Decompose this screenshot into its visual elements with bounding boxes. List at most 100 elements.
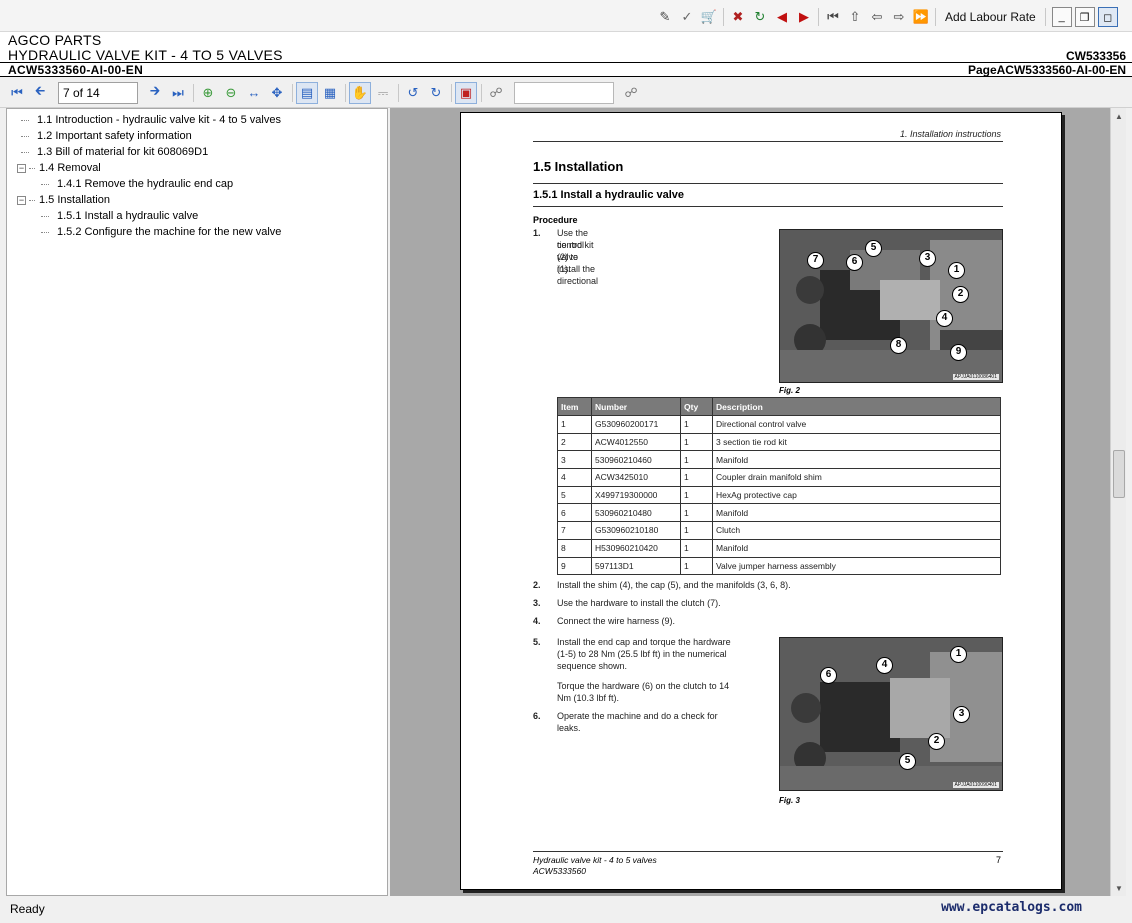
document-viewer[interactable]: 1. Installation instructions 1.5 Install… [390, 108, 1126, 896]
callout-8: 8 [890, 337, 907, 354]
minimize-icon[interactable]: _ [1051, 7, 1072, 27]
cell-item: 3 [557, 450, 592, 470]
collapse-icon[interactable]: − [17, 195, 26, 205]
checkmark-icon[interactable]: ✓ [676, 6, 698, 28]
step-text: Install the shim (4), the cap (5), and t… [557, 580, 791, 590]
previous-page-icon[interactable]: 🡰 [29, 82, 51, 104]
header-divider [0, 76, 1132, 77]
next-page-icon[interactable]: 🡲 [144, 82, 166, 104]
arrow-left-red-icon[interactable]: ◀ [771, 6, 793, 28]
fit-page-icon[interactable]: ✥ [266, 82, 288, 104]
last-page-icon[interactable]: ⏭ [167, 82, 189, 104]
search-input[interactable] [514, 81, 614, 104]
page-number-input[interactable] [58, 81, 138, 104]
vertical-scrollbar[interactable]: ▲ ▼ [1110, 108, 1126, 896]
rotate-left-icon[interactable]: ↺ [402, 82, 424, 104]
step-number: 6. [533, 711, 541, 721]
fit-width-icon[interactable]: ↔ [243, 82, 265, 104]
step-text: Install the end cap and torque the hardw… [557, 637, 731, 647]
top-toolbar: ✎ ✓ 🛒 ✖ ↻ ◀ ▶ ⏮ ⇧ ⇦ ⇨ ⏩ Add Labour Rate … [0, 0, 1132, 32]
toolbar-separator [935, 8, 936, 26]
step-3: 3. Use the hardware to install the clutc… [533, 597, 1003, 609]
step-number: 4. [533, 616, 541, 626]
forward-icon[interactable]: ⇨ [888, 6, 910, 28]
maximize-icon[interactable]: ◻ [1097, 7, 1118, 27]
toolbar-separator [818, 8, 819, 26]
tree-item-label: 1.5 Installation [39, 194, 110, 206]
arrow-right-red-icon[interactable]: ▶ [793, 6, 815, 28]
thumbnail-view-icon[interactable]: ▦ [319, 82, 341, 104]
edit-icon[interactable]: ✎ [654, 6, 676, 28]
tree-item-removal[interactable]: − 1.4 Removal [7, 160, 387, 176]
cell-description: Directional control valve [712, 415, 1001, 434]
back-icon[interactable]: ⇦ [866, 6, 888, 28]
column-header-description: Description [712, 397, 1001, 416]
step-text: Use the hardware to install the clutch (… [557, 598, 721, 608]
tree-item-bill-of-material[interactable]: 1.3 Bill of material for kit 608069D1 [7, 144, 387, 160]
scroll-down-icon[interactable]: ▼ [1111, 880, 1127, 896]
hand-tool-icon[interactable]: ✋ [349, 81, 371, 104]
tree-item-installation[interactable]: − 1.5 Installation [7, 192, 387, 208]
scroll-thumb[interactable] [1113, 450, 1125, 498]
page-number: 7 [995, 855, 1001, 865]
callout-9: 9 [950, 344, 967, 361]
callout-3: 3 [953, 706, 970, 723]
tree-item-introduction[interactable]: 1.1 Introduction - hydraulic valve kit -… [7, 112, 387, 128]
watermark: www.epcatalogs.com [941, 900, 1082, 915]
text-select-icon[interactable]: ⎓ [372, 82, 394, 104]
callout-5: 5 [865, 240, 882, 257]
step-text: sequence shown. [557, 661, 628, 671]
app-window: ✎ ✓ 🛒 ✖ ↻ ◀ ▶ ⏮ ⇧ ⇦ ⇨ ⏩ Add Labour Rate … [0, 0, 1132, 923]
cart-refresh-icon[interactable]: ↻ [749, 6, 771, 28]
tree-item-configure-machine[interactable]: 1.5.2 Configure the machine for the new … [7, 224, 387, 240]
cell-qty: 1 [680, 485, 713, 505]
tree-connector [29, 167, 35, 169]
figure-code: APJJA0110090401 [952, 782, 999, 788]
zoom-in-icon[interactable]: ⊕ [197, 82, 219, 104]
cart-icon[interactable]: 🛒 [698, 6, 720, 28]
find-next-icon[interactable]: ☍ [620, 82, 642, 104]
up-icon[interactable]: ⇧ [844, 6, 866, 28]
scroll-up-icon[interactable]: ▲ [1111, 108, 1127, 124]
tree-connector [41, 183, 49, 185]
find-icon[interactable]: ☍ [485, 82, 507, 104]
header-code: CW533356 [1065, 49, 1126, 63]
tree-item-install-valve[interactable]: 1.5.1 Install a hydraulic valve [7, 208, 387, 224]
restore-icon[interactable]: ❐ [1074, 7, 1095, 27]
single-page-view-icon[interactable]: ▤ [296, 81, 318, 104]
table-row: 3 530960210460 1 Manifold [557, 450, 1001, 470]
tree-connector [21, 119, 29, 121]
fast-forward-icon[interactable]: ⏩ [910, 6, 932, 28]
step-5: 5. Install the end cap and torque the ha… [533, 636, 773, 703]
tree-connector [21, 151, 29, 153]
tree-item-remove-end-cap[interactable]: 1.4.1 Remove the hydraulic end cap [7, 176, 387, 192]
step-number: 1. [533, 228, 541, 238]
toolbar-separator [292, 83, 293, 102]
cell-description: Manifold [712, 503, 1001, 523]
callout-4: 4 [936, 310, 953, 327]
tree-item-label: 1.2 Important safety information [37, 130, 192, 142]
cell-number: 597113D1 [591, 556, 681, 576]
cell-description: 3 section tie rod kit [712, 432, 1001, 452]
first-page-icon[interactable]: ⏮ [6, 82, 28, 104]
step-number: 3. [533, 598, 541, 608]
cart-remove-icon[interactable]: ✖ [727, 6, 749, 28]
add-labour-rate-button[interactable]: Add Labour Rate [939, 6, 1042, 28]
tree-item-safety[interactable]: 1.2 Important safety information [7, 128, 387, 144]
page-footer: Hydraulic valve kit - 4 to 5 valves ACW5… [533, 855, 657, 877]
toolbar-separator [481, 83, 482, 102]
first-page-icon[interactable]: ⏮ [822, 6, 844, 28]
table-row: 5 X499719300000 1 HexAg protective cap [557, 485, 1001, 505]
tree-connector [41, 215, 49, 217]
subsection-heading: 1.5.1 Install a hydraulic valve [533, 189, 685, 201]
rotate-right-icon[interactable]: ↻ [425, 82, 447, 104]
cell-qty: 1 [680, 556, 713, 576]
step-text: control valve (1). [557, 240, 585, 274]
bookmark-icon[interactable]: ▣ [455, 81, 477, 104]
cell-item: 2 [557, 432, 592, 452]
cell-item: 5 [557, 485, 592, 505]
collapse-icon[interactable]: − [17, 163, 26, 173]
zoom-out-icon[interactable]: ⊖ [220, 82, 242, 104]
toolbar-separator [193, 83, 194, 102]
procedure-label: Procedure [533, 215, 578, 225]
